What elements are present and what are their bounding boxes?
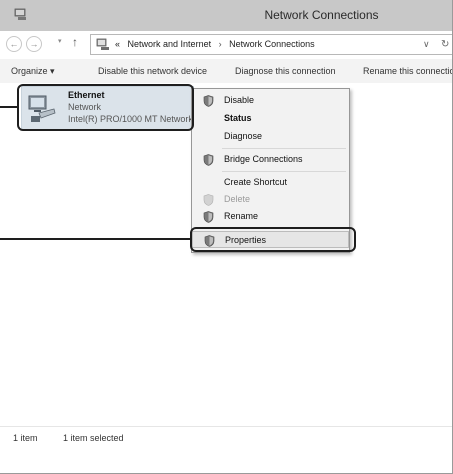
- selection-count: 1 item selected: [63, 433, 124, 443]
- network-folder-icon: [14, 8, 26, 20]
- breadcrumb-separator[interactable]: ›: [219, 39, 222, 49]
- shield-icon: [203, 154, 214, 166]
- back-button[interactable]: ←: [6, 36, 22, 52]
- diagnose-connection-button[interactable]: Diagnose this connection: [235, 59, 336, 83]
- menu-item-label: Rename: [224, 211, 259, 221]
- menu-item-label: Delete: [224, 194, 251, 204]
- menu-item-create-shortcut[interactable]: Create Shortcut: [192, 174, 349, 191]
- breadcrumb-network-and-internet[interactable]: Network and Internet: [128, 39, 212, 49]
- item-count: 1 item: [13, 433, 38, 443]
- menu-item-label: Bridge Connections: [224, 154, 303, 164]
- address-dropdown-button[interactable]: ∨: [423, 35, 430, 54]
- recent-locations-button[interactable]: ▾: [58, 37, 62, 45]
- shield-icon: [203, 95, 214, 107]
- menu-item-rename[interactable]: Rename: [192, 208, 349, 225]
- menu-separator: [222, 171, 346, 172]
- menu-separator: [222, 148, 346, 149]
- address-row: ← → ▾ ↑ « Network and Internet › Network…: [0, 31, 452, 59]
- menu-item-label: Diagnose: [224, 131, 263, 141]
- window-title: Network Connections: [264, 8, 379, 22]
- rename-connection-button[interactable]: Rename this connection: [363, 59, 452, 83]
- breadcrumb-overflow[interactable]: «: [115, 39, 120, 49]
- network-connections-icon: [96, 38, 109, 50]
- properties-callout-frame: [190, 227, 356, 252]
- command-bar: Organize ▾ Disable this network device D…: [0, 59, 452, 84]
- forward-button[interactable]: →: [26, 36, 42, 52]
- menu-item-disable[interactable]: Disable: [192, 92, 349, 109]
- menu-item-label: Create Shortcut: [224, 177, 288, 187]
- menu-item-status[interactable]: Status: [192, 110, 349, 127]
- address-bar[interactable]: « Network and Internet › Network Connect…: [90, 34, 452, 55]
- menu-item-bridge-connections[interactable]: Bridge Connections: [192, 151, 349, 168]
- refresh-button[interactable]: ↻: [441, 35, 449, 54]
- menu-item-delete[interactable]: Delete: [192, 191, 349, 208]
- menu-item-label: Status: [224, 113, 252, 123]
- up-button[interactable]: ↑: [72, 35, 78, 49]
- ethernet-callout-frame: [17, 84, 194, 131]
- organize-menu[interactable]: Organize ▾: [11, 59, 55, 83]
- menu-item-label: Disable: [224, 95, 255, 105]
- shield-icon: [203, 194, 214, 206]
- properties-callout-leader: [0, 238, 191, 240]
- breadcrumb-network-connections[interactable]: Network Connections: [229, 39, 315, 49]
- ethernet-callout-leader: [0, 106, 18, 108]
- breadcrumb: « Network and Internet › Network Connect…: [115, 35, 315, 54]
- menu-item-diagnose[interactable]: Diagnose: [192, 128, 349, 145]
- title-bar[interactable]: Network Connections: [0, 0, 452, 31]
- shield-icon: [203, 211, 214, 223]
- status-bar: 1 item 1 item selected: [0, 426, 452, 449]
- disable-device-button[interactable]: Disable this network device: [98, 59, 207, 83]
